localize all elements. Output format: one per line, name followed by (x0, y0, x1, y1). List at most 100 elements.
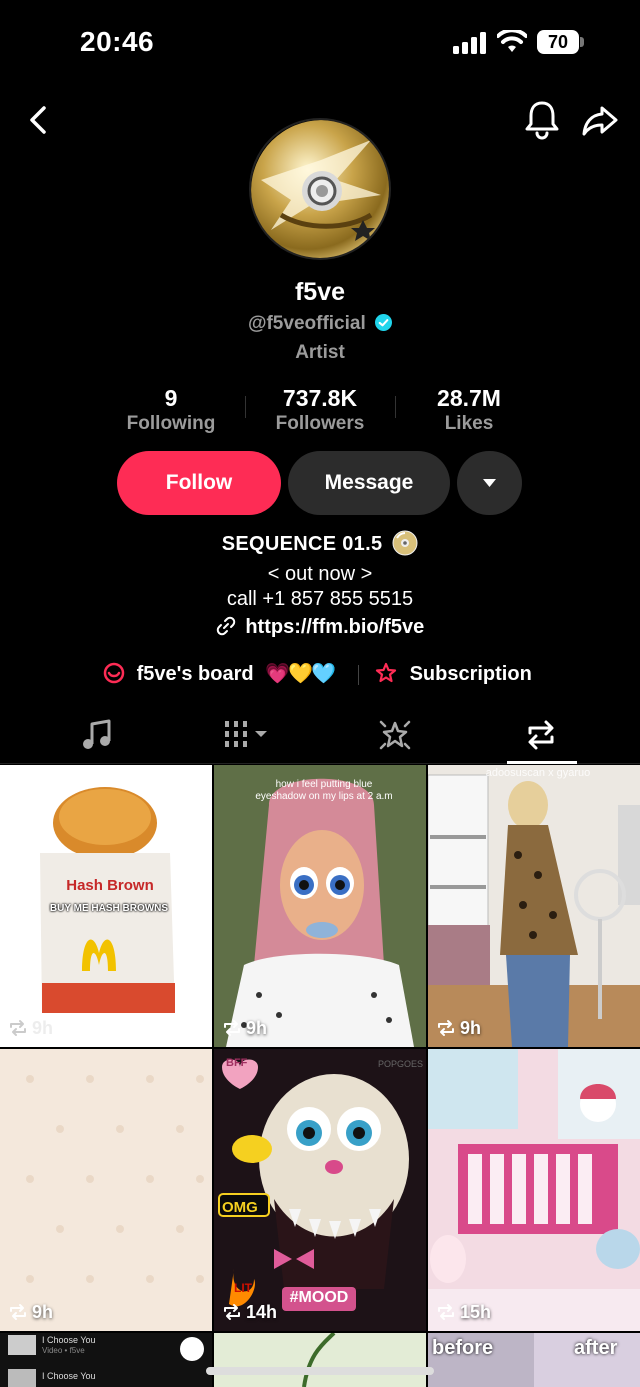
repost-icon (10, 1304, 26, 1320)
board-link[interactable]: f5ve's board 💗💛🩵 (103, 657, 336, 691)
grid-columns-icon (225, 721, 267, 747)
subscription-label: Subscription (409, 663, 532, 685)
grid-video-thumbnail[interactable]: adoosuscan x gyaruo 9h (428, 765, 640, 1047)
music-note-icon (83, 719, 111, 749)
profile-stats: 9 Following 737.8K Followers 28.7M Likes (96, 384, 544, 440)
tab-music[interactable] (17, 710, 177, 764)
stat-label: Following (126, 413, 216, 434)
link-icon (216, 616, 235, 636)
stat-followers[interactable]: 737.8K Followers (245, 384, 395, 436)
repost-time: 15h (436, 1302, 491, 1323)
dvd-icon (392, 530, 418, 556)
repost-time-label: 9h (32, 1302, 54, 1322)
list-item-title: I Choose You (42, 1371, 96, 1381)
stat-value: 737.8K (282, 385, 358, 411)
board-icon (103, 662, 125, 684)
home-indicator (206, 1367, 434, 1375)
sticker-text: BFF (226, 1057, 248, 1069)
repost-icon (224, 1020, 240, 1036)
tab-videos-sort[interactable] (177, 710, 337, 764)
profile-avatar[interactable] (249, 118, 391, 260)
stat-following[interactable]: 9 Following (96, 384, 246, 436)
sticker-text: #MOOD (289, 1289, 349, 1306)
cell-overlay-text: after (574, 1337, 618, 1359)
cell-overlay-text: how i feel putting blue eyeshadow on my … (255, 779, 393, 802)
plant-image (214, 1333, 426, 1387)
subscription-star-icon (375, 662, 397, 683)
board-label: f5ve's board (136, 663, 254, 685)
active-tab-indicator (507, 761, 577, 764)
cell-overlay-subtext: BUY ME HASH BROWNS (49, 903, 169, 914)
extras-divider (358, 665, 359, 685)
repost-icon (224, 1304, 240, 1320)
repost-icon (438, 1304, 454, 1320)
stat-likes[interactable]: 28.7M Likes (394, 384, 544, 436)
collage-image (428, 1049, 640, 1331)
stat-value: 9 (164, 385, 178, 411)
repost-time-label: 9h (32, 1018, 54, 1038)
grid-video-thumbnail[interactable]: before after (428, 1333, 640, 1387)
bio-title: SEQUENCE 01.5 (0, 530, 640, 556)
profile-extras: f5ve's board 💗💛🩵 Subscription (0, 657, 640, 691)
bio-title-text: SEQUENCE 01.5 (221, 533, 383, 555)
list-item-sub: Video • f5ve (42, 1346, 85, 1355)
stat-value: 28.7M (437, 385, 501, 411)
verified-badge-icon (375, 314, 393, 331)
message-button[interactable]: Message (288, 451, 450, 515)
status-time: 20:46 (80, 26, 155, 57)
list-thumb (8, 1369, 36, 1387)
battery-tip (580, 37, 584, 47)
caret-down-icon (483, 479, 496, 487)
tab-reposts[interactable] (462, 710, 622, 764)
handle-row: @f5veofficial (0, 313, 640, 335)
content-tabs (0, 710, 640, 764)
repost-time: 9h (8, 1302, 53, 1323)
cellular-signal-icon (453, 32, 486, 54)
more-options-button[interactable] (457, 451, 522, 515)
repost-icon (10, 1020, 26, 1036)
bio-line: call +1 857 855 5515 (226, 588, 414, 610)
watermark-text: POPGOES (378, 1059, 424, 1069)
sparkle-star-icon (379, 720, 411, 750)
follow-button[interactable]: Follow (117, 451, 281, 515)
reposts-grid: Hash Brown BUY ME HASH BROWNS 9h how i f… (0, 765, 640, 1387)
bio-link-text: https://ffm.bio/f5ve (245, 616, 425, 638)
repost-icon (438, 1020, 454, 1036)
share-icon[interactable] (580, 100, 620, 140)
repost-time-label: 15h (460, 1302, 492, 1322)
subscription-link[interactable]: Subscription (374, 657, 532, 691)
grid-video-thumbnail[interactable]: how i feel putting blue eyeshadow on my … (214, 765, 426, 1047)
bio-line: < out now > (267, 563, 373, 585)
repost-time-label: 14h (246, 1302, 278, 1322)
grid-video-thumbnail[interactable] (214, 1333, 426, 1387)
sticker-text: LIT (234, 1281, 252, 1295)
battery-indicator: 70 (537, 30, 579, 54)
disc-logo-image (251, 120, 389, 258)
tab-favorites[interactable] (314, 710, 474, 764)
grid-video-thumbnail[interactable]: BFF OMG LIT #MOOD POPGOES 14h (214, 1049, 426, 1331)
cell-overlay-text: before (432, 1337, 494, 1359)
chat-bubble-icon (180, 1337, 204, 1361)
profile-actions: Follow Message (0, 451, 640, 517)
grid-video-thumbnail[interactable]: Hash Brown BUY ME HASH BROWNS 9h (0, 765, 212, 1047)
repost-time: 9h (436, 1018, 481, 1039)
sticker-text: OMG (222, 1199, 258, 1216)
list-thumb (8, 1335, 36, 1355)
repost-time-label: 9h (460, 1018, 482, 1038)
grid-video-thumbnail[interactable]: I Choose You Video • f5ve I Choose You (0, 1333, 212, 1387)
back-chevron-icon[interactable] (22, 100, 56, 140)
grid-video-thumbnail[interactable]: 9h (0, 1049, 212, 1331)
repost-time: 9h (222, 1018, 267, 1039)
stat-label: Followers (275, 413, 365, 434)
status-bar: 20:46 70 (0, 0, 640, 90)
room-person-image (428, 765, 640, 1047)
bio-link[interactable]: https://ffm.bio/f5ve (0, 616, 640, 639)
cell-overlay-text: Hash Brown (66, 877, 154, 894)
repost-icon (528, 720, 554, 750)
repost-time: 14h (222, 1302, 277, 1323)
grid-video-thumbnail[interactable]: 15h (428, 1049, 640, 1331)
repost-time-label: 9h (246, 1018, 268, 1038)
bell-icon[interactable] (522, 98, 562, 140)
list-item-title: I Choose You (42, 1335, 96, 1345)
pattern-image (0, 1049, 212, 1331)
